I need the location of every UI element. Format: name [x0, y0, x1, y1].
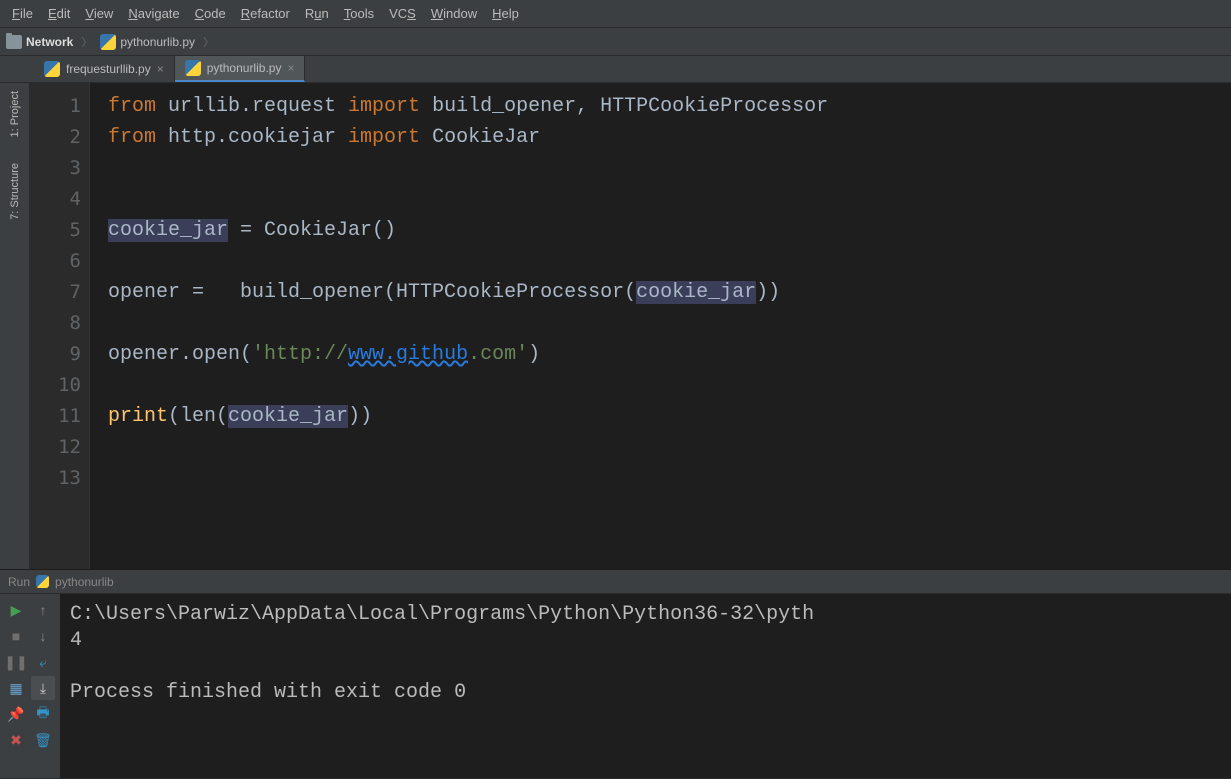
line-number: 3 [30, 153, 81, 184]
breadcrumb: Network 〉 pythonurlib.py 〉 [6, 34, 218, 50]
run-header: Run pythonurlib [0, 570, 1231, 594]
python-file-icon [44, 61, 60, 77]
keyword: from [108, 126, 156, 149]
code-text: )) [348, 405, 372, 428]
console-line: Process finished with exit code 0 [70, 681, 466, 704]
code-text: ) [528, 343, 540, 366]
chevron-right-icon: 〉 [199, 34, 218, 50]
string: .com' [468, 343, 528, 366]
nav-bar: Network 〉 pythonurlib.py 〉 [0, 28, 1231, 56]
main-area: 1: Project 7: Structure 1 2 3 4 5 6 7 8 … [0, 83, 1231, 569]
code-text: opener = build_opener(HTTPCookieProcesso… [108, 281, 636, 304]
menu-run[interactable]: Run [299, 4, 335, 23]
code-text: (len( [168, 405, 228, 428]
breadcrumb-file[interactable]: pythonurlib.py [120, 35, 195, 49]
breadcrumb-root[interactable]: Network [26, 35, 73, 49]
string-link: www.github [348, 343, 468, 366]
chevron-right-icon: 〉 [77, 34, 96, 50]
highlighted-var: cookie_jar [636, 281, 756, 304]
stop-button[interactable]: ■ [4, 624, 28, 648]
keyword: import [348, 126, 420, 149]
line-number: 7 [30, 277, 81, 308]
builtin: print [108, 405, 168, 428]
pin-button[interactable]: 📌 [4, 702, 28, 726]
code-text: http.cookiejar [156, 126, 348, 149]
menu-file[interactable]: File [6, 4, 39, 23]
close-icon[interactable]: × [157, 62, 164, 76]
tab-label: pythonurlib.py [207, 61, 282, 75]
print-button[interactable]: 🖶 [31, 702, 55, 726]
line-number: 2 [30, 122, 81, 153]
line-number: 5 [30, 215, 81, 246]
line-number: 6 [30, 246, 81, 277]
editor[interactable]: 1 2 3 4 5 6 7 8 9 10 11 12 13 from urlli… [30, 83, 1231, 569]
tab-label: frequesturllib.py [66, 62, 151, 76]
string: 'http:// [252, 343, 348, 366]
line-number: 11 [30, 401, 81, 432]
console-line: 4 [70, 629, 82, 652]
menu-bar: File Edit View Navigate Code Refactor Ru… [0, 0, 1231, 28]
menu-window[interactable]: Window [425, 4, 483, 23]
python-file-icon [185, 60, 201, 76]
console-output[interactable]: C:\Users\Parwiz\AppData\Local\Programs\P… [60, 594, 1231, 778]
down-button[interactable]: ↓ [31, 624, 55, 648]
run-title: Run [8, 575, 30, 589]
code-area[interactable]: from urllib.request import build_opener,… [90, 83, 1231, 569]
line-number: 8 [30, 308, 81, 339]
line-number: 4 [30, 184, 81, 215]
code-text: opener.open( [108, 343, 252, 366]
line-number: 1 [30, 91, 81, 122]
pause-button[interactable]: ❚❚ [4, 650, 28, 674]
trash-button[interactable]: 🗑 [31, 728, 55, 752]
keyword: from [108, 95, 156, 118]
highlighted-var: cookie_jar [228, 405, 348, 428]
run-panel: Run pythonurlib ▶ ↑ ■ ↓ ❚❚ ⤶ ▦ ⤓ 📌 🖶 ✖ 🗑… [0, 569, 1231, 778]
rerun-button[interactable]: ▶ [4, 598, 28, 622]
run-body: ▶ ↑ ■ ↓ ❚❚ ⤶ ▦ ⤓ 📌 🖶 ✖ 🗑 C:\Users\Parwiz… [0, 594, 1231, 778]
project-label: 1: Project [9, 91, 21, 137]
editor-tabs: frequesturllib.py × pythonurlib.py × [0, 56, 1231, 83]
gutter: 1 2 3 4 5 6 7 8 9 10 11 12 13 [30, 83, 90, 569]
folder-icon [6, 35, 22, 49]
up-button[interactable]: ↑ [31, 598, 55, 622]
code-text: urllib.request [156, 95, 348, 118]
line-number: 13 [30, 463, 81, 494]
console-line: C:\Users\Parwiz\AppData\Local\Programs\P… [70, 603, 814, 626]
structure-label: 7: Structure [9, 163, 21, 220]
scroll-to-end-button[interactable]: ⤓ [31, 676, 55, 700]
python-file-icon [100, 34, 116, 50]
menu-tools[interactable]: Tools [338, 4, 380, 23]
menu-code[interactable]: Code [189, 4, 232, 23]
menu-help[interactable]: Help [486, 4, 525, 23]
tab-pythonurlib[interactable]: pythonurlib.py × [175, 56, 306, 82]
tool-window-project[interactable]: 1: Project [9, 91, 21, 137]
code-text: build_opener, HTTPCookieProcessor [420, 95, 828, 118]
run-toolbar: ▶ ↑ ■ ↓ ❚❚ ⤶ ▦ ⤓ 📌 🖶 ✖ 🗑 [0, 594, 60, 778]
line-number: 10 [30, 370, 81, 401]
menu-navigate[interactable]: Navigate [122, 4, 185, 23]
menu-refactor[interactable]: Refactor [235, 4, 296, 23]
menu-vcs[interactable]: VCS [383, 4, 422, 23]
menu-view[interactable]: View [79, 4, 119, 23]
layout-button[interactable]: ▦ [4, 676, 28, 700]
highlighted-var: cookie_jar [108, 219, 228, 242]
soft-wrap-button[interactable]: ⤶ [31, 650, 55, 674]
code-text: = CookieJar() [228, 219, 396, 242]
keyword: import [348, 95, 420, 118]
close-icon[interactable]: × [287, 61, 294, 75]
close-button[interactable]: ✖ [4, 728, 28, 752]
tab-frequesturllib[interactable]: frequesturllib.py × [34, 56, 175, 82]
line-number: 9 [30, 339, 81, 370]
code-text: CookieJar [420, 126, 540, 149]
line-number: 12 [30, 432, 81, 463]
code-text: )) [756, 281, 780, 304]
menu-edit[interactable]: Edit [42, 4, 76, 23]
left-sidebar: 1: Project 7: Structure [0, 83, 30, 569]
python-file-icon [36, 575, 49, 588]
run-config-name: pythonurlib [55, 575, 114, 589]
tool-window-structure[interactable]: 7: Structure [9, 163, 21, 220]
